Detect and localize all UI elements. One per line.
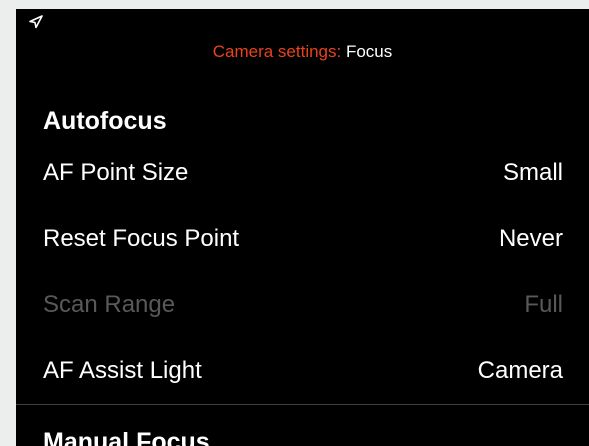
setting-row-af-assist-light[interactable]: AF Assist Light Camera	[16, 351, 589, 391]
camera-settings-screen: Camera settings: Focus Autofocus AF Poin…	[16, 9, 589, 446]
section-divider	[16, 404, 589, 405]
setting-label: Scan Range	[43, 291, 176, 318]
page-title-section: Focus	[345, 42, 393, 61]
page-title-prefix: Camera settings:	[212, 42, 346, 61]
setting-value: Never	[498, 225, 563, 252]
setting-value: Small	[502, 159, 563, 186]
setting-label: Reset Focus Point	[43, 225, 240, 252]
setting-value: Full	[524, 291, 563, 318]
page-title: Camera settings: Focus	[16, 41, 589, 63]
location-arrow-icon	[29, 15, 43, 29]
section-heading-autofocus: Autofocus	[43, 107, 167, 135]
setting-row-af-point-size[interactable]: AF Point Size Small	[16, 153, 589, 193]
setting-row-reset-focus-point[interactable]: Reset Focus Point Never	[16, 219, 589, 259]
setting-value: Camera	[477, 357, 563, 384]
section-heading-manual-focus: Manual Focus	[43, 428, 210, 446]
setting-label: AF Point Size	[43, 159, 189, 186]
setting-row-scan-range: Scan Range Full	[16, 285, 589, 325]
setting-label: AF Assist Light	[43, 357, 202, 384]
